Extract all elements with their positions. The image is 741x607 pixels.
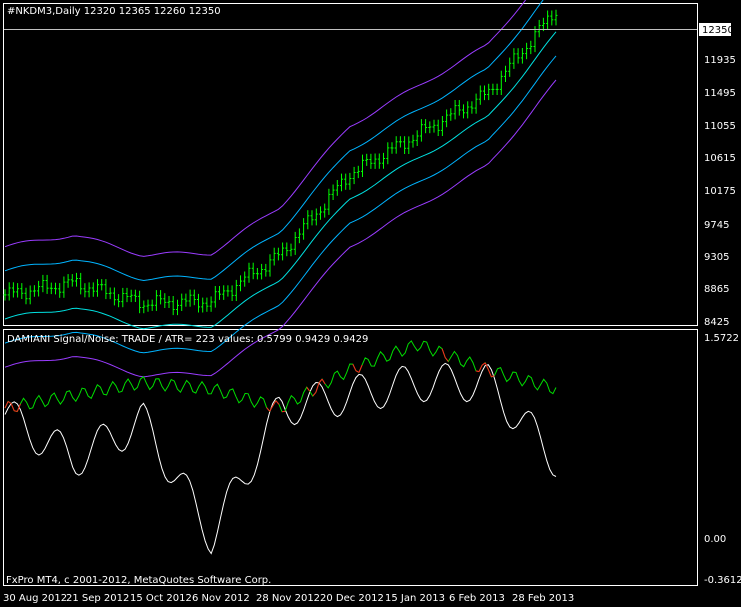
indicator-header: DAMIANI Signal/Noise: TRADE / ATR= 223 v… <box>7 334 368 345</box>
main-y-tick: 8865 <box>704 284 729 295</box>
trade-segment <box>481 362 486 366</box>
main-chart-border <box>3 3 698 326</box>
main-price-plot[interactable] <box>3 0 558 378</box>
trade-segment <box>475 370 480 373</box>
trade-segment <box>4 401 9 409</box>
trade-segment <box>275 400 280 405</box>
trade-segment <box>487 369 492 378</box>
trade-segment <box>444 357 449 362</box>
x-tick: 6 Feb 2013 <box>449 593 505 604</box>
main-y-tick: 9745 <box>704 220 729 231</box>
trade-segment <box>7 400 12 405</box>
x-tick: 28 Feb 2013 <box>512 593 574 604</box>
x-tick: 15 Oct 2012 <box>130 593 192 604</box>
trade-segment <box>484 362 489 370</box>
trade-segment <box>318 378 323 384</box>
indicator-y-tick: -0.3612 <box>704 575 741 586</box>
main-y-tick: 10615 <box>704 153 736 164</box>
main-y-tick: 11495 <box>704 88 736 99</box>
main-chart-header: #NKDM3,Daily 12320 12365 12260 12350 <box>7 6 221 17</box>
x-tick: 15 Jan 2013 <box>385 593 445 604</box>
chart-window: #NKDM3,Daily 12320 12365 12260 12350 DAM… <box>3 0 741 604</box>
x-tick: 6 Nov 2012 <box>192 593 250 604</box>
current-price-label: 12350 <box>702 25 734 36</box>
indicator-y-axis: 1.5722 0.00 -0.3612 <box>704 333 741 586</box>
indicator-y-tick: 0.00 <box>704 534 726 545</box>
trade-segment <box>352 363 357 371</box>
x-axis: 30 Aug 2012 21 Sep 2012 15 Oct 2012 6 No… <box>3 593 574 604</box>
main-y-axis: 11935 11495 11055 10615 10175 9745 9305 … <box>704 55 736 328</box>
main-y-tick: 11935 <box>704 55 736 66</box>
trade-segment <box>306 386 311 392</box>
indicator-y-tick: 1.5722 <box>704 333 739 344</box>
trade-segment <box>14 410 18 412</box>
indicator-border <box>3 329 698 586</box>
x-tick: 21 Sep 2012 <box>66 593 129 604</box>
indicator-plot[interactable] <box>4 340 557 555</box>
main-y-tick: 11055 <box>704 121 736 132</box>
signal-line <box>4 340 557 413</box>
envelope-band <box>4 0 527 257</box>
main-y-tick: 8425 <box>704 317 729 328</box>
envelope-band <box>4 0 544 282</box>
main-y-tick: 10175 <box>704 186 736 197</box>
main-y-tick: 9305 <box>704 252 729 263</box>
x-tick: 20 Dec 2012 <box>320 593 384 604</box>
trade-segment <box>321 378 326 385</box>
trade-segment <box>10 403 15 411</box>
trade-segment <box>478 364 483 372</box>
x-tick: 28 Nov 2012 <box>256 593 320 604</box>
envelope-band <box>4 55 557 354</box>
trade-segment <box>355 370 360 373</box>
trade-segment <box>441 348 446 358</box>
trade-segment <box>315 382 320 393</box>
trade-segment <box>281 410 286 413</box>
copyright-footer: FxPro MT4, c 2001-2012, MetaQuotes Softw… <box>6 575 271 586</box>
trade-segment <box>358 364 363 373</box>
trade-segment <box>266 407 271 412</box>
noise-line <box>4 362 557 555</box>
x-tick: 30 Aug 2012 <box>3 593 67 604</box>
trade-segment <box>312 391 317 397</box>
